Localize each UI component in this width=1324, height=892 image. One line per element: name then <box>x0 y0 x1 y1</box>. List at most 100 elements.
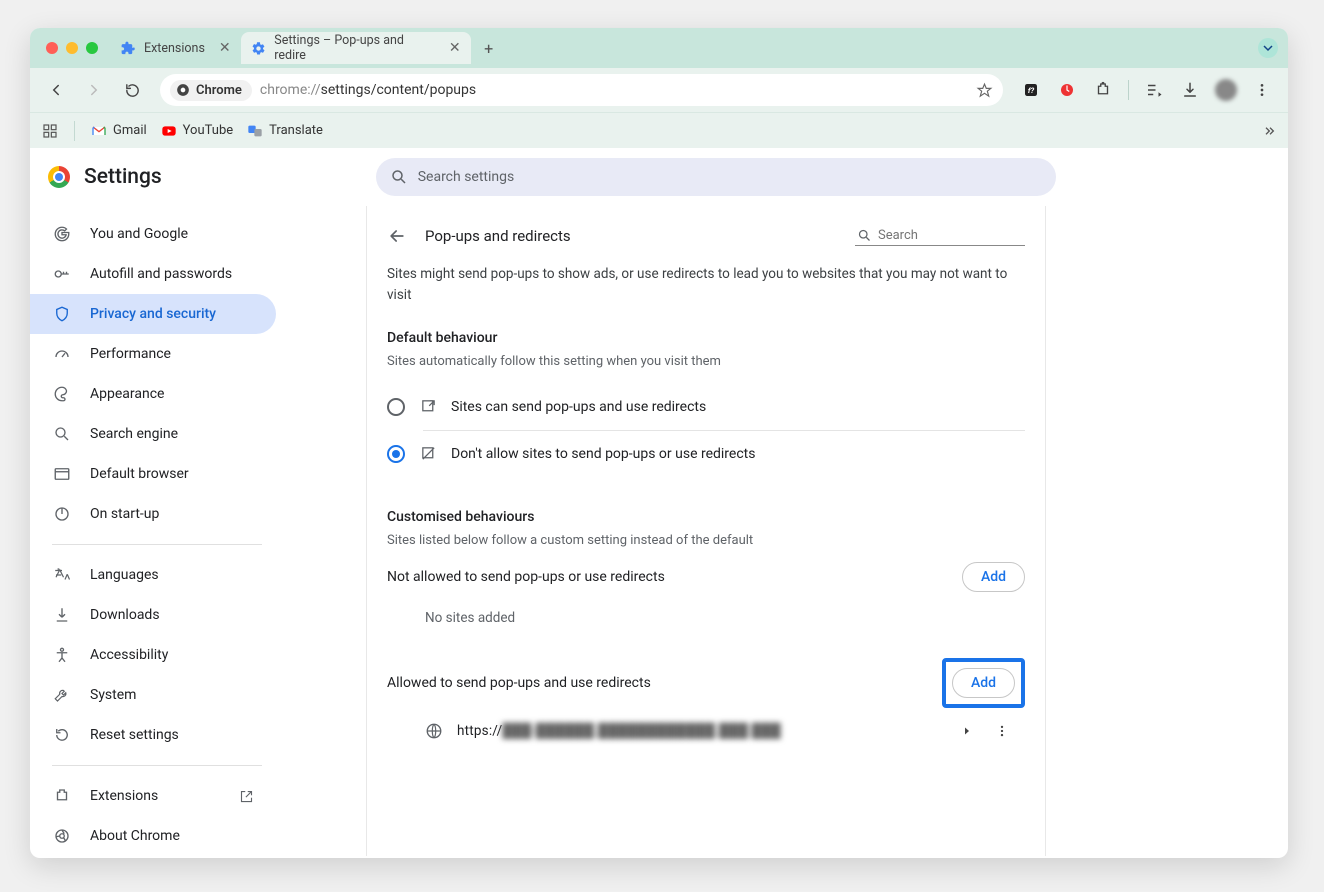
nav-label: Accessibility <box>90 647 168 663</box>
translate-icon <box>247 123 263 139</box>
chrome-outline-icon <box>52 827 72 845</box>
nav-autofill[interactable]: Autofill and passwords <box>30 254 276 294</box>
site-chip[interactable]: Chrome <box>170 80 252 101</box>
nav-privacy[interactable]: Privacy and security <box>30 294 276 334</box>
close-window-button[interactable] <box>46 42 58 54</box>
inline-search[interactable] <box>855 226 1025 246</box>
extension-icon[interactable] <box>1051 74 1083 106</box>
nav-label: Search engine <box>90 426 178 442</box>
settings-sidebar: You and Google Autofill and passwords Pr… <box>30 206 366 856</box>
youtube-icon <box>161 123 177 139</box>
nav-default-browser[interactable]: Default browser <box>30 454 276 494</box>
nav-extensions[interactable]: Extensions <box>30 776 276 816</box>
gmail-icon <box>91 123 107 139</box>
settings-title: Settings <box>84 165 162 189</box>
kebab-menu-icon[interactable] <box>1246 74 1278 106</box>
reload-button[interactable] <box>116 74 148 106</box>
nav-reset[interactable]: Reset settings <box>30 715 276 755</box>
tab-search-button[interactable] <box>1258 38 1278 58</box>
nav-about[interactable]: About Chrome <box>30 816 276 856</box>
site-actions-menu-icon[interactable] <box>987 724 1017 738</box>
site-details-arrow-icon[interactable] <box>961 725 973 737</box>
nav-appearance[interactable]: Appearance <box>30 374 276 414</box>
tab-label: Settings – Pop-ups and redire <box>274 33 435 63</box>
search-icon <box>390 168 408 186</box>
option-label: Sites can send pop-ups and use redirects <box>451 399 706 415</box>
profile-avatar[interactable] <box>1210 74 1242 106</box>
bookmark-gmail[interactable]: Gmail <box>91 123 147 139</box>
maximize-window-button[interactable] <box>86 42 98 54</box>
radio-off-icon[interactable] <box>387 398 405 416</box>
option-block[interactable]: Don't allow sites to send pop-ups or use… <box>423 430 1025 477</box>
add-allowed-site-button[interactable]: Add <box>952 668 1015 698</box>
no-sites-text: No sites added <box>387 592 1025 644</box>
settings-body: You and Google Autofill and passwords Pr… <box>30 206 1288 856</box>
download-icon <box>52 606 72 624</box>
extension-icon[interactable]: f? <box>1015 74 1047 106</box>
forward-button[interactable] <box>78 74 110 106</box>
back-arrow-button[interactable] <box>387 226 407 246</box>
tab-close-icon[interactable]: ✕ <box>449 40 461 56</box>
reset-icon <box>52 726 72 744</box>
nav-downloads[interactable]: Downloads <box>30 595 276 635</box>
address-bar[interactable]: Chrome chrome://settings/content/popups <box>160 74 1003 106</box>
settings-search-input[interactable]: Search settings <box>376 158 1056 196</box>
bookmarks-overflow-icon[interactable] <box>1260 123 1276 139</box>
tab-close-icon[interactable]: ✕ <box>219 40 231 56</box>
option-label: Don't allow sites to send pop-ups or use… <box>451 446 755 462</box>
translate-icon <box>52 566 72 584</box>
option-allow[interactable]: Sites can send pop-ups and use redirects <box>387 383 1025 430</box>
nav-divider <box>52 544 262 545</box>
not-allowed-section: Not allowed to send pop-ups or use redir… <box>387 562 1025 592</box>
nav-performance[interactable]: Performance <box>30 334 276 374</box>
nav-languages[interactable]: Languages <box>30 555 276 595</box>
chrome-logo-icon <box>48 166 70 188</box>
nav-accessibility[interactable]: Accessibility <box>30 635 276 675</box>
extensions-menu-icon[interactable] <box>1087 74 1119 106</box>
nav-label: About Chrome <box>90 828 180 844</box>
settings-header: Settings Search settings <box>30 148 1288 206</box>
popup-allow-icon <box>419 398 437 415</box>
bookbar-divider <box>74 121 75 141</box>
puzzle-icon <box>120 40 136 56</box>
palette-icon <box>52 385 72 403</box>
bookmark-label: YouTube <box>183 123 234 138</box>
search-icon <box>857 228 872 243</box>
minimize-window-button[interactable] <box>66 42 78 54</box>
new-tab-button[interactable]: + <box>475 34 503 62</box>
tab-strip: Extensions ✕ Settings – Pop-ups and redi… <box>30 28 1288 68</box>
downloads-icon[interactable] <box>1174 74 1206 106</box>
window-controls <box>46 42 98 54</box>
bookmark-youtube[interactable]: YouTube <box>161 123 234 139</box>
allowed-site-row[interactable]: https://███-██████.████████████.███:███ <box>387 708 1025 754</box>
speedometer-icon <box>52 345 72 363</box>
nav-startup[interactable]: On start-up <box>30 494 276 534</box>
add-blocked-site-button[interactable]: Add <box>962 562 1025 592</box>
nav-label: System <box>90 687 136 703</box>
tab-settings[interactable]: Settings – Pop-ups and redire ✕ <box>241 32 471 64</box>
browser-window: Extensions ✕ Settings – Pop-ups and redi… <box>30 28 1288 858</box>
nav-label: Performance <box>90 346 171 362</box>
shield-icon <box>52 305 72 323</box>
nav-label: Downloads <box>90 607 160 623</box>
radio-on-icon[interactable] <box>387 445 405 463</box>
tab-extensions[interactable]: Extensions ✕ <box>110 32 241 64</box>
nav-label: Extensions <box>90 788 158 804</box>
bookmark-star-icon[interactable] <box>976 82 993 99</box>
bookmark-translate[interactable]: Translate <box>247 123 323 139</box>
browser-icon <box>52 465 72 483</box>
nav-you-and-google[interactable]: You and Google <box>30 214 276 254</box>
nav-label: Reset settings <box>90 727 179 743</box>
toolbar-divider <box>1128 80 1129 100</box>
apps-grid-icon[interactable] <box>42 123 58 139</box>
svg-text:f?: f? <box>1028 86 1035 95</box>
back-button[interactable] <box>40 74 72 106</box>
toolbar-actions: f? <box>1015 74 1278 106</box>
nav-search-engine[interactable]: Search engine <box>30 414 276 454</box>
nav-system[interactable]: System <box>30 675 276 715</box>
inline-search-input[interactable] <box>878 228 1008 243</box>
tab-label: Extensions <box>144 41 205 56</box>
media-control-icon[interactable] <box>1138 74 1170 106</box>
chrome-icon <box>176 83 190 97</box>
allowed-heading: Allowed to send pop-ups and use redirect… <box>387 675 651 691</box>
